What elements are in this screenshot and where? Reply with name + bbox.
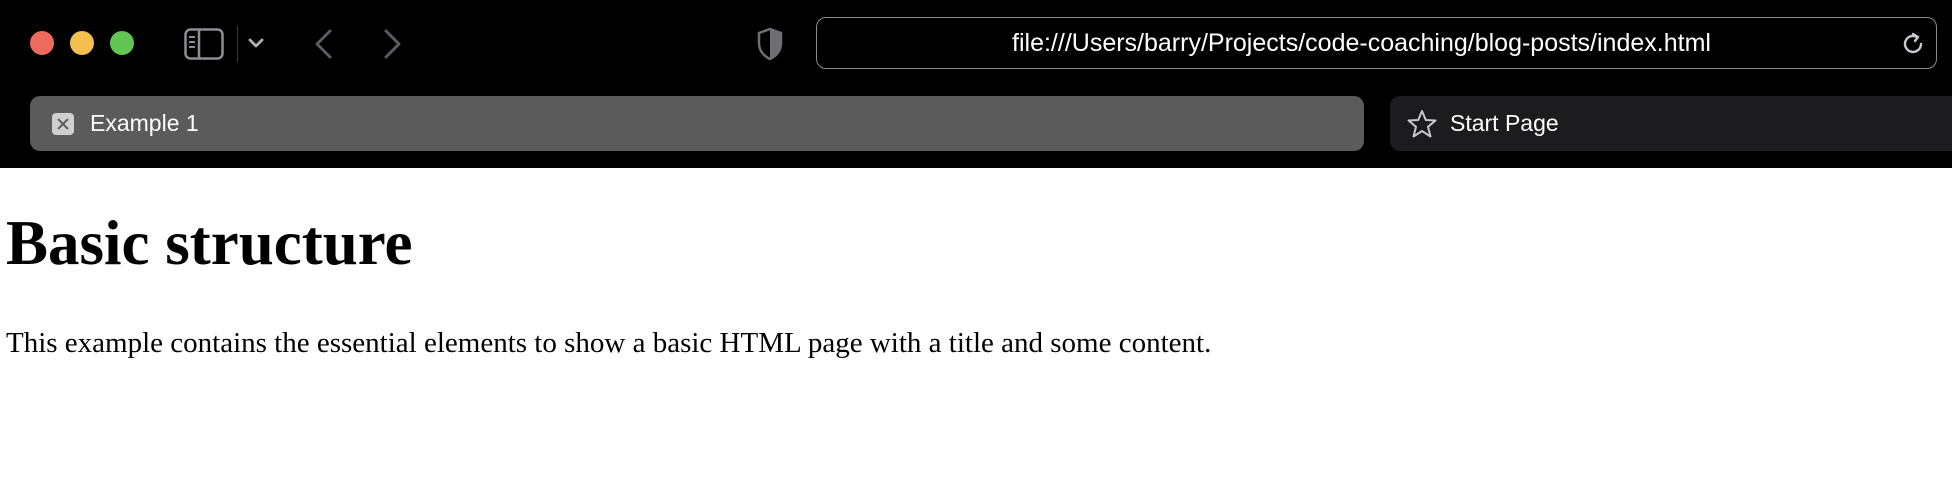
address-bar[interactable]: file:///Users/barry/Projects/code-coachi… [816, 17, 1937, 69]
window-maximize-button[interactable] [110, 31, 134, 55]
window-close-button[interactable] [30, 31, 54, 55]
toolbar-divider [237, 26, 238, 62]
chevron-down-icon[interactable] [246, 32, 266, 54]
tab-label: Example 1 [90, 110, 199, 136]
page-heading: Basic structure [6, 208, 413, 278]
browser-toolbar: file:///Users/barry/Projects/code-coachi… [0, 0, 1952, 168]
sidebar-icon[interactable] [184, 28, 224, 60]
tab-start-page[interactable]: Start Page [1390, 96, 1952, 151]
close-icon[interactable] [52, 113, 74, 135]
window-minimize-button[interactable] [70, 31, 94, 55]
page-paragraph: This example contains the essential elem… [6, 327, 1212, 359]
tab-label: Start Page [1450, 110, 1559, 136]
star-icon [1407, 110, 1437, 138]
back-arrow-icon[interactable] [310, 26, 336, 62]
forward-arrow-icon[interactable] [380, 26, 406, 62]
url-text[interactable]: file:///Users/barry/Projects/code-coachi… [817, 18, 1936, 68]
tab-example-1[interactable]: Example 1 [30, 96, 1364, 151]
privacy-shield-icon[interactable] [756, 26, 784, 62]
reload-icon[interactable] [1900, 31, 1926, 57]
